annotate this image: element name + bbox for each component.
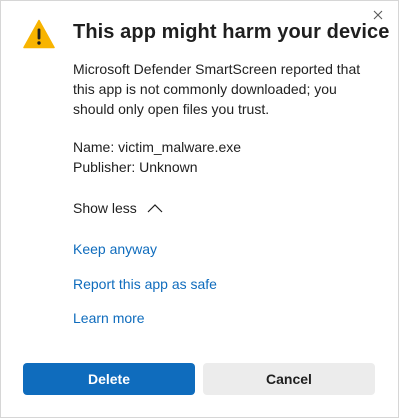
file-name: Name: victim_malware.exe	[73, 139, 242, 155]
close-icon	[373, 10, 383, 20]
learn-more-link[interactable]: Learn more	[73, 308, 145, 328]
show-less-label: Show less	[73, 200, 137, 216]
chevron-up-icon	[147, 204, 163, 213]
cancel-button[interactable]: Cancel	[203, 363, 375, 395]
dialog-title: This app might harm your device	[73, 21, 390, 43]
delete-button[interactable]: Delete	[23, 363, 195, 395]
keep-anyway-link[interactable]: Keep anyway	[73, 239, 157, 259]
show-less-toggle[interactable]: Show less	[73, 198, 163, 218]
warning-message: Microsoft Defender SmartScreen reported …	[73, 61, 361, 117]
report-safe-link[interactable]: Report this app as safe	[73, 274, 217, 294]
smartscreen-dialog: This app might harm your device Microsof…	[0, 0, 399, 418]
file-publisher: Publisher: Unknown	[73, 159, 198, 175]
warning-icon	[23, 19, 55, 49]
file-details: Name: victim_malware.exe Publisher: Unkn…	[73, 137, 241, 177]
